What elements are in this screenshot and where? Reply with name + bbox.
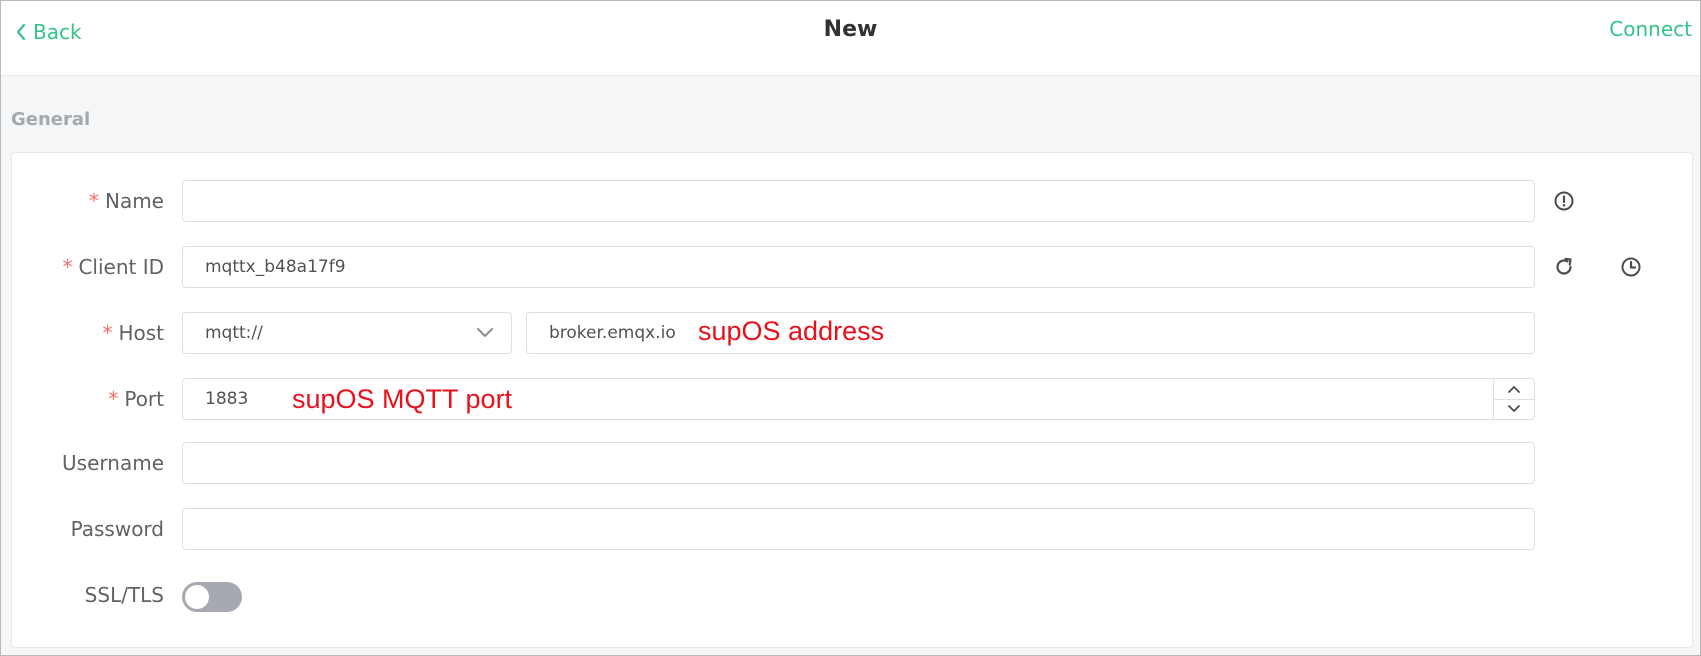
toggle-knob — [185, 585, 209, 609]
required-mark: * — [108, 387, 119, 411]
host-label-text: Host — [118, 321, 164, 345]
port-row: * Port 1883 supOS MQTT port — [12, 378, 1692, 420]
port-input[interactable]: 1883 supOS MQTT port — [182, 378, 1535, 420]
port-label-text: Port — [124, 387, 164, 411]
client-id-value: mqttx_b48a17f9 — [205, 257, 346, 277]
window-frame: Back New Connect General * Name * Client I… — [0, 0, 1701, 656]
username-input[interactable] — [182, 442, 1535, 484]
exclamation-circle-icon[interactable] — [1552, 189, 1576, 213]
ssl-tls-toggle[interactable] — [182, 582, 242, 612]
name-row: * Name — [12, 180, 1692, 222]
password-input[interactable] — [182, 508, 1535, 550]
refresh-icon[interactable] — [1552, 255, 1576, 279]
password-row: Password — [12, 508, 1692, 550]
general-settings-card: * Name * Client ID mqttx_b48a17f9 * Host… — [11, 152, 1693, 648]
port-decrement-button[interactable] — [1494, 399, 1534, 419]
connect-button[interactable]: Connect — [1609, 17, 1692, 41]
client-id-row: * Client ID mqttx_b48a17f9 — [12, 246, 1692, 288]
username-label: Username — [62, 451, 164, 475]
client-id-input[interactable]: mqttx_b48a17f9 — [182, 246, 1535, 288]
host-annotation: supOS address — [698, 316, 885, 346]
port-stepper — [1493, 379, 1534, 419]
ssl-tls-label: SSL/TLS — [84, 583, 164, 607]
page-title: New — [823, 17, 878, 42]
host-input[interactable]: broker.emqx.io supOS address — [526, 312, 1535, 354]
clock-icon[interactable] — [1619, 255, 1643, 279]
username-row: Username — [12, 442, 1692, 484]
protocol-select[interactable]: mqtt:// — [182, 312, 512, 354]
host-row: * Host mqtt:// broker.emqx.io supOS addre… — [12, 312, 1692, 354]
port-annotation: supOS MQTT port — [292, 384, 513, 414]
chevron-down-icon — [477, 328, 493, 337]
client-id-label: * Client ID — [12, 246, 164, 288]
section-title-general: General — [11, 109, 91, 130]
client-id-label-text: Client ID — [78, 255, 164, 279]
port-increment-button[interactable] — [1494, 379, 1534, 400]
name-label-text: Name — [104, 189, 164, 213]
name-input[interactable] — [182, 180, 1535, 222]
top-bar: Back New Connect — [1, 1, 1700, 76]
chevron-up-icon — [1508, 386, 1520, 393]
ssl-tls-row: SSL/TLS — [12, 574, 1692, 616]
password-label: Password — [70, 517, 164, 541]
port-label: * Port — [12, 378, 164, 420]
protocol-value: mqtt:// — [205, 323, 263, 343]
port-value: 1883 — [205, 389, 249, 409]
host-value: broker.emqx.io — [549, 323, 676, 343]
host-label: * Host — [12, 312, 164, 354]
required-mark: * — [102, 321, 113, 345]
name-label: * Name — [12, 180, 164, 222]
chevron-down-icon — [1508, 405, 1520, 412]
required-mark: * — [88, 189, 99, 213]
required-mark: * — [62, 255, 73, 279]
